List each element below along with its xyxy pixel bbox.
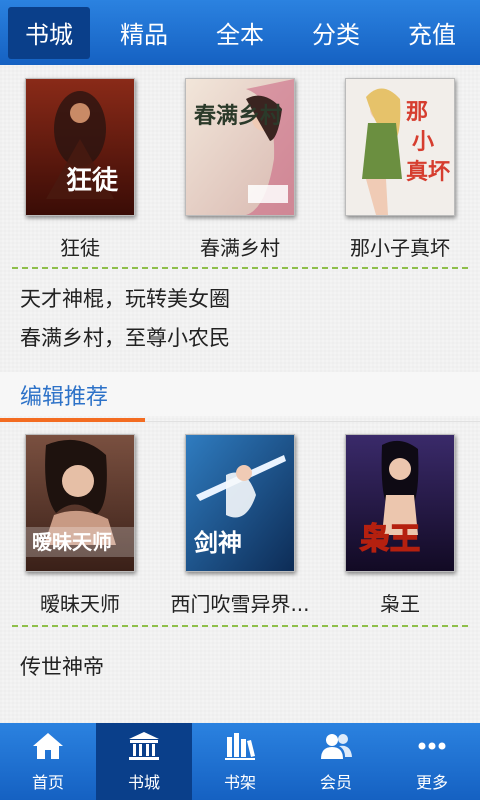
book-cover[interactable]: 狂徒 [25,78,135,216]
nav-members[interactable]: 会员 [288,723,384,800]
nav-label: 书架 [223,772,256,792]
recommend-link[interactable]: 传世神帝 [20,651,104,681]
editor-books-row: 暧昧天师 暧昧天师 剑神 西门吹雪异界... 枭王 枭王 [0,434,480,617]
nav-label: 会员 [319,772,352,792]
section-title: 编辑推荐 [20,385,109,410]
cover-title-text: 剑神 [193,528,242,557]
nav-home[interactable]: 首页 [0,723,96,800]
nav-label: 首页 [31,772,64,792]
home-icon [33,732,63,759]
book-item[interactable]: 枭王 枭王 [320,434,480,617]
book-title[interactable]: 暧昧天师 [40,588,120,617]
bookstore-icon [129,731,159,760]
book-cover[interactable]: 那小真坏 [345,78,455,216]
more-icon [418,742,446,749]
book-cover[interactable]: 枭王 [345,434,455,572]
tab-bookstore[interactable]: 书城 [8,6,90,59]
divider [12,267,468,269]
nav-bookshelf[interactable]: 书架 [192,723,288,800]
cover-title-text: 春满乡村 [194,103,282,129]
cover-title-text: 暧昧天师 [32,530,112,554]
book-cover[interactable]: 暧昧天师 [25,434,135,572]
nav-more[interactable]: 更多 [384,723,480,800]
hot-books-row: 狂徒 狂徒 春满乡村 春满乡村 那小真坏 那小子真坏 [0,78,480,261]
divider [12,625,468,627]
cover-title-text: 枭王 [360,522,420,557]
book-item[interactable]: 狂徒 狂徒 [0,78,160,261]
tab-premium[interactable]: 精品 [96,0,192,65]
book-title[interactable]: 枭王 [380,588,420,617]
book-item[interactable]: 那小真坏 那小子真坏 [320,78,480,261]
members-icon [321,733,352,759]
book-cover[interactable]: 春满乡村 [185,78,295,216]
bottom-navigation: 首页 书城 书架 会员 更多 [0,723,480,800]
nav-label: 更多 [415,772,448,792]
bookshelf-icon [225,732,255,760]
nav-label: 书城 [127,772,160,792]
book-item[interactable]: 暧昧天师 暧昧天师 [0,434,160,617]
nav-bookstore[interactable]: 书城 [96,723,192,800]
book-title[interactable]: 狂徒 [60,232,100,261]
section-header: 编辑推荐 [0,372,480,416]
book-title[interactable]: 春满乡村 [200,232,280,261]
book-title[interactable]: 那小子真坏 [350,232,450,261]
tab-categories[interactable]: 分类 [288,0,384,65]
recommend-link[interactable]: 天才神棍，玩转美女圈 [20,283,230,313]
book-item[interactable]: 春满乡村 春满乡村 [160,78,320,261]
book-item[interactable]: 剑神 西门吹雪异界... [160,434,320,617]
section-underline [0,418,145,422]
cover-title-text: 狂徒 [66,166,119,196]
book-title[interactable]: 西门吹雪异界... [170,588,309,617]
top-navigation: 书城 精品 全本 分类 充值 [0,0,480,65]
tab-recharge[interactable]: 充值 [384,0,480,65]
book-cover[interactable]: 剑神 [185,434,295,572]
recommend-link[interactable]: 春满乡村，至尊小农民 [20,322,230,352]
tab-complete[interactable]: 全本 [192,0,288,65]
